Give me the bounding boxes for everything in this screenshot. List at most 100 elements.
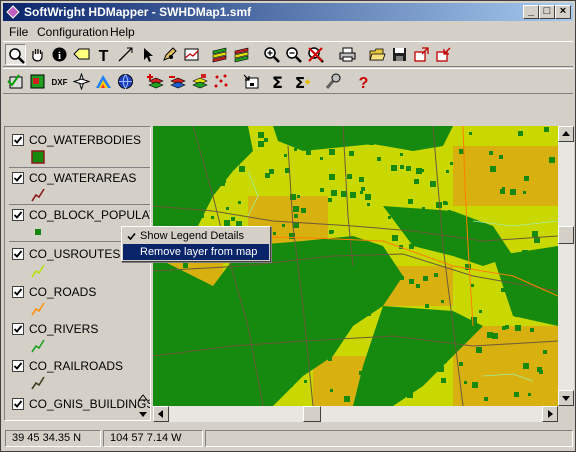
remove-layer-button[interactable]: [167, 71, 188, 92]
map-view[interactable]: [153, 126, 558, 406]
population-block-marker: [318, 347, 323, 352]
layer-checkbox[interactable]: [12, 209, 24, 221]
color-palette-button[interactable]: [93, 71, 114, 92]
population-block-marker: [396, 218, 402, 224]
population-block-marker: [464, 381, 467, 384]
layer-checkbox[interactable]: [12, 323, 24, 335]
import-button[interactable]: [433, 44, 454, 65]
population-block-marker: [199, 322, 205, 328]
layer-checkbox[interactable]: [12, 398, 24, 410]
population-block-marker: [413, 234, 418, 239]
menu-configuration[interactable]: Configuration: [37, 25, 108, 39]
area-button[interactable]: [181, 44, 202, 65]
zoom-out-button[interactable]: [283, 44, 304, 65]
map-layer-button[interactable]: [27, 71, 48, 92]
horizontal-scroll-thumb[interactable]: [303, 406, 321, 422]
population-block-marker: [341, 191, 347, 197]
legend-layer-roads[interactable]: CO_ROADS: [9, 282, 150, 318]
check-layer-button[interactable]: [5, 71, 26, 92]
layer-checkbox[interactable]: [12, 360, 24, 372]
population-block-marker: [502, 326, 506, 330]
population-block-marker: [282, 246, 288, 252]
population-block-marker: [350, 192, 356, 198]
globe-button[interactable]: [115, 71, 136, 92]
population-block-marker: [269, 169, 274, 174]
zoom-reset-button[interactable]: [305, 44, 326, 65]
population-block-marker: [234, 297, 237, 300]
scroll-down-button[interactable]: [558, 390, 574, 406]
layer-checkbox[interactable]: [12, 172, 24, 184]
population-block-marker: [422, 207, 425, 210]
add-layer-button[interactable]: [145, 71, 166, 92]
population-block-marker: [524, 176, 529, 181]
menu-item-remove-layer[interactable]: Remove layer from map: [123, 244, 269, 260]
export-button[interactable]: [411, 44, 432, 65]
title-bar[interactable]: SoftWright HDMapper - SWHDMap1.smf _ □ ×: [3, 3, 573, 21]
edit-button[interactable]: [159, 44, 180, 65]
population-block-marker: [430, 181, 436, 187]
layer-properties-button[interactable]: [189, 71, 210, 92]
population-block-marker: [243, 386, 246, 389]
legend-layer-railroads[interactable]: CO_RAILROADS: [9, 356, 150, 392]
help-button[interactable]: ?: [353, 71, 374, 92]
map-vertical-scrollbar[interactable]: [558, 126, 574, 406]
scroll-left-button[interactable]: [153, 406, 169, 422]
layers-green-button[interactable]: [209, 44, 230, 65]
points-button[interactable]: [211, 71, 232, 92]
layer-checkbox[interactable]: [12, 134, 24, 146]
maximize-button[interactable]: □: [539, 5, 555, 19]
info-button[interactable]: i: [49, 44, 70, 65]
settings-button[interactable]: [323, 71, 344, 92]
legend-layer-rivers[interactable]: CO_RIVERS: [9, 319, 150, 355]
menu-item-show-legend-details[interactable]: Show Legend Details: [123, 228, 269, 244]
legend-layer-gnis-buildings[interactable]: CO_GNIS_BUILDINGS: [9, 394, 150, 420]
layer-name: CO_WATERAREAS: [29, 171, 137, 185]
layer-checkbox[interactable]: [12, 286, 24, 298]
sum-plus-button[interactable]: Σ: [291, 71, 312, 92]
population-block-marker: [400, 153, 403, 156]
legend-layer-waterareas[interactable]: CO_WATERAREAS: [9, 168, 150, 204]
population-block-marker: [328, 357, 332, 361]
menu-help[interactable]: Help: [110, 25, 135, 39]
pan-button[interactable]: [27, 44, 48, 65]
menu-file[interactable]: File: [9, 25, 28, 39]
population-block-marker: [455, 250, 458, 253]
map-horizontal-scrollbar[interactable]: [153, 406, 558, 422]
compass-button[interactable]: [71, 71, 92, 92]
zoom-in-button[interactable]: [261, 44, 282, 65]
legend-scroll-arrows-icon[interactable]: [138, 393, 148, 419]
label-button[interactable]: [71, 44, 92, 65]
vertical-scroll-thumb[interactable]: [558, 226, 574, 244]
check-icon: [13, 211, 23, 219]
layer-order-button[interactable]: [241, 71, 262, 92]
svg-text:Σ: Σ: [295, 74, 305, 90]
map-canvas[interactable]: [153, 126, 558, 406]
zoom-tool-button[interactable]: [5, 44, 26, 65]
close-button[interactable]: ×: [555, 5, 571, 19]
population-block-marker: [344, 396, 350, 402]
line-button[interactable]: [115, 44, 136, 65]
text-button[interactable]: T: [93, 44, 114, 65]
scroll-up-button[interactable]: [558, 126, 574, 142]
print-button[interactable]: [337, 44, 358, 65]
population-block-marker: [161, 274, 164, 277]
layer-checkbox[interactable]: [12, 248, 24, 260]
population-block-marker: [502, 187, 505, 190]
population-block-marker: [301, 208, 306, 213]
population-block-marker: [532, 231, 538, 237]
layers-red-button[interactable]: [231, 44, 252, 65]
sum-button[interactable]: Σ: [267, 71, 288, 92]
menu-item-label: Show Legend Details: [140, 230, 244, 242]
population-block-marker: [461, 329, 466, 334]
legend-layer-waterbodies[interactable]: CO_WATERBODIES: [9, 130, 150, 166]
select-button[interactable]: [137, 44, 158, 65]
scroll-right-button[interactable]: [542, 406, 558, 422]
dxf-button[interactable]: DXF: [49, 71, 70, 92]
population-block-marker: [409, 244, 414, 249]
print-icon: [339, 47, 356, 62]
population-block-marker: [363, 271, 368, 276]
population-block-marker: [295, 330, 300, 335]
minimize-button[interactable]: _: [523, 5, 539, 19]
save-button[interactable]: [389, 44, 410, 65]
open-button[interactable]: [367, 44, 388, 65]
